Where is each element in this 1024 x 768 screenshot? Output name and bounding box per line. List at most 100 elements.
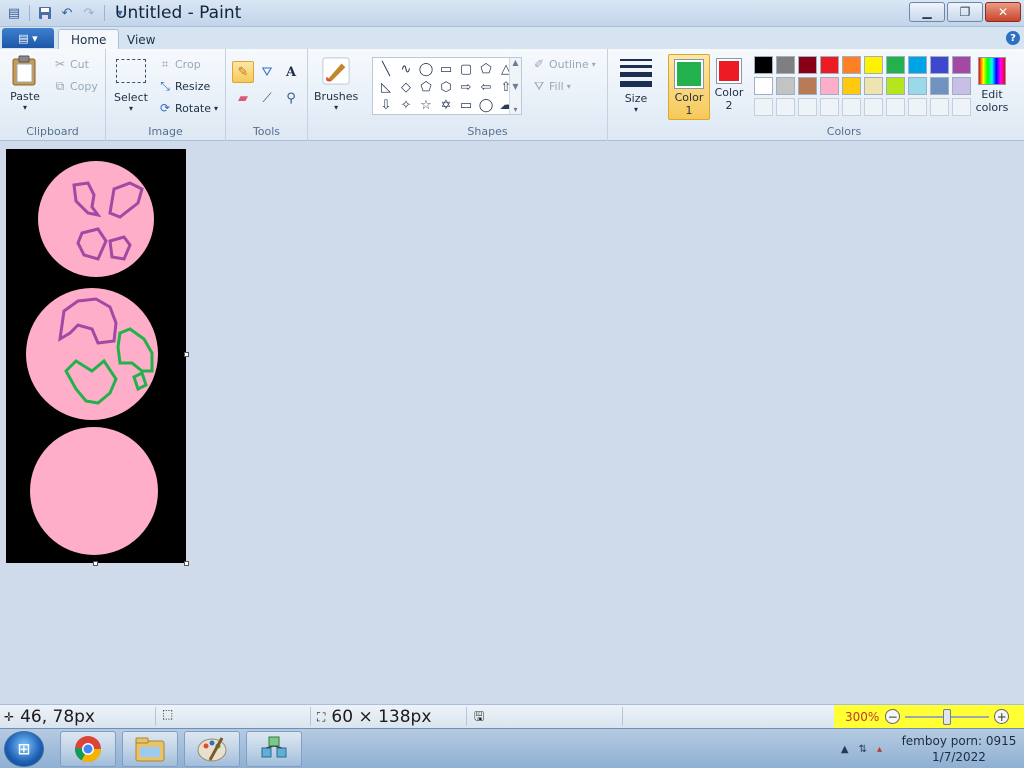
custom-color-slot[interactable] [842, 98, 861, 116]
show-hidden-icons-icon[interactable]: ▲ [841, 744, 849, 755]
start-button[interactable]: ⊞ [4, 731, 44, 767]
palette-swatch[interactable] [798, 77, 817, 95]
custom-color-slot[interactable] [952, 98, 971, 116]
shape-option[interactable]: ▭ [436, 60, 456, 78]
palette-swatch[interactable] [908, 56, 927, 74]
shape-option[interactable]: ✧ [396, 96, 416, 114]
palette-swatch[interactable] [776, 56, 795, 74]
shape-option[interactable]: ☆ [416, 96, 436, 114]
expand-gallery-icon[interactable]: ▾ [513, 105, 517, 114]
select-button[interactable]: Select ▾ [114, 59, 148, 113]
redo-icon[interactable]: ↷ [79, 4, 99, 22]
custom-color-slot[interactable] [754, 98, 773, 116]
paste-button[interactable]: Paste ▾ [10, 55, 40, 112]
custom-color-slot[interactable] [776, 98, 795, 116]
palette-swatch[interactable] [820, 56, 839, 74]
magnifier-icon[interactable]: ⚲ [280, 87, 302, 109]
network-icon[interactable] [246, 731, 302, 767]
volume-icon[interactable]: ▴ [877, 744, 882, 755]
palette-swatch[interactable] [798, 56, 817, 74]
shape-option[interactable]: ⬠ [476, 60, 496, 78]
custom-color-slot[interactable] [820, 98, 839, 116]
chrome-icon[interactable] [60, 731, 116, 767]
palette-swatch[interactable] [886, 77, 905, 95]
palette-swatch[interactable] [930, 77, 949, 95]
tab-home[interactable]: Home [58, 29, 120, 50]
shape-option[interactable]: ▢ [456, 60, 476, 78]
palette-swatch[interactable] [842, 56, 861, 74]
shape-option[interactable]: ◯ [416, 60, 436, 78]
copy-button[interactable]: ⧉ Copy [53, 79, 98, 93]
shape-option[interactable]: ▭ [456, 96, 476, 114]
shape-option[interactable]: ◺ [376, 78, 396, 96]
paint-icon[interactable] [184, 731, 240, 767]
help-icon[interactable]: ? [1006, 31, 1020, 45]
palette-swatch[interactable] [842, 77, 861, 95]
scroll-down-icon[interactable]: ▼ [512, 82, 518, 91]
resize-button[interactable]: ⤡ Resize [158, 79, 210, 93]
shape-option[interactable]: ⇩ [376, 96, 396, 114]
shape-option[interactable]: ⇦ [476, 78, 496, 96]
palette-swatch[interactable] [864, 77, 883, 95]
size-button[interactable]: Size ▾ [620, 57, 652, 114]
palette-swatch[interactable] [952, 56, 971, 74]
close-button[interactable]: ✕ [985, 2, 1021, 22]
palette-swatch[interactable] [754, 77, 773, 95]
palette-swatch[interactable] [886, 56, 905, 74]
palette-swatch[interactable] [952, 77, 971, 95]
resize-handle-right[interactable] [184, 352, 189, 357]
text-icon[interactable]: A [280, 61, 302, 83]
shape-option[interactable]: ⬡ [436, 78, 456, 96]
shape-option[interactable]: ⇨ [456, 78, 476, 96]
canvas-workspace[interactable] [0, 141, 1024, 704]
resize-handle-corner[interactable] [184, 561, 189, 566]
custom-color-slot[interactable] [886, 98, 905, 116]
shape-option[interactable]: ∿ [396, 60, 416, 78]
custom-color-slot[interactable] [930, 98, 949, 116]
palette-swatch[interactable] [776, 77, 795, 95]
zoom-in-button[interactable]: + [994, 709, 1010, 724]
shape-option[interactable]: ╲ [376, 60, 396, 78]
color2-button[interactable]: Color 2 [714, 58, 744, 112]
cut-button[interactable]: ✂ Cut [53, 57, 89, 71]
rotate-button[interactable]: ⟳ Rotate ▾ [158, 101, 218, 115]
tab-view[interactable]: View [115, 29, 167, 50]
restore-button[interactable]: ❐ [947, 2, 983, 22]
custom-color-slot[interactable] [798, 98, 817, 116]
clock[interactable]: femboy porn: 0915 1/7/2022 [900, 733, 1018, 765]
eraser-icon[interactable]: ▰ [232, 87, 254, 109]
palette-swatch[interactable] [820, 77, 839, 95]
undo-icon[interactable]: ↶ [57, 4, 77, 22]
outline-button[interactable]: ✐ Outline ▾ [532, 57, 596, 71]
resize-handle-bottom[interactable] [93, 561, 98, 566]
zoom-slider-thumb[interactable] [943, 708, 952, 725]
palette-swatch[interactable] [864, 56, 883, 74]
shape-option[interactable]: ◇ [396, 78, 416, 96]
shape-option[interactable]: ⬠ [416, 78, 436, 96]
minimize-button[interactable]: ▁ [909, 2, 945, 22]
palette-swatch[interactable] [908, 77, 927, 95]
shape-option[interactable]: ✡ [436, 96, 456, 114]
crop-button[interactable]: ⌗ Crop [158, 57, 201, 71]
scroll-up-icon[interactable]: ▲ [512, 58, 518, 67]
fill-icon[interactable]: ⛛ [256, 61, 278, 83]
custom-color-slot[interactable] [908, 98, 927, 116]
shape-option[interactable]: ◯ [476, 96, 496, 114]
save-icon[interactable] [35, 4, 55, 22]
file-explorer-icon[interactable] [122, 731, 178, 767]
drawing-canvas[interactable] [6, 149, 189, 566]
app-icon[interactable]: ▤ [4, 4, 24, 22]
edit-colors-button[interactable]: Edit colors [974, 57, 1010, 114]
network-status-icon[interactable]: ⇅ [859, 744, 867, 755]
pencil-icon[interactable]: ✎ [232, 61, 254, 83]
custom-color-slot[interactable] [864, 98, 883, 116]
palette-swatch[interactable] [754, 56, 773, 74]
palette-swatch[interactable] [930, 56, 949, 74]
color1-button[interactable]: Color 1 [668, 54, 710, 120]
shapes-scrollbar[interactable]: ▲ ▼ ▾ [509, 58, 521, 114]
zoom-slider[interactable] [905, 708, 990, 725]
paint-menu-button[interactable]: ▤ ▾ [2, 28, 54, 48]
fill-button[interactable]: ⛛ Fill ▾ [532, 79, 571, 93]
brushes-button[interactable]: Brushes ▾ [314, 55, 358, 112]
color-picker-icon[interactable]: ⟋ [256, 87, 278, 109]
